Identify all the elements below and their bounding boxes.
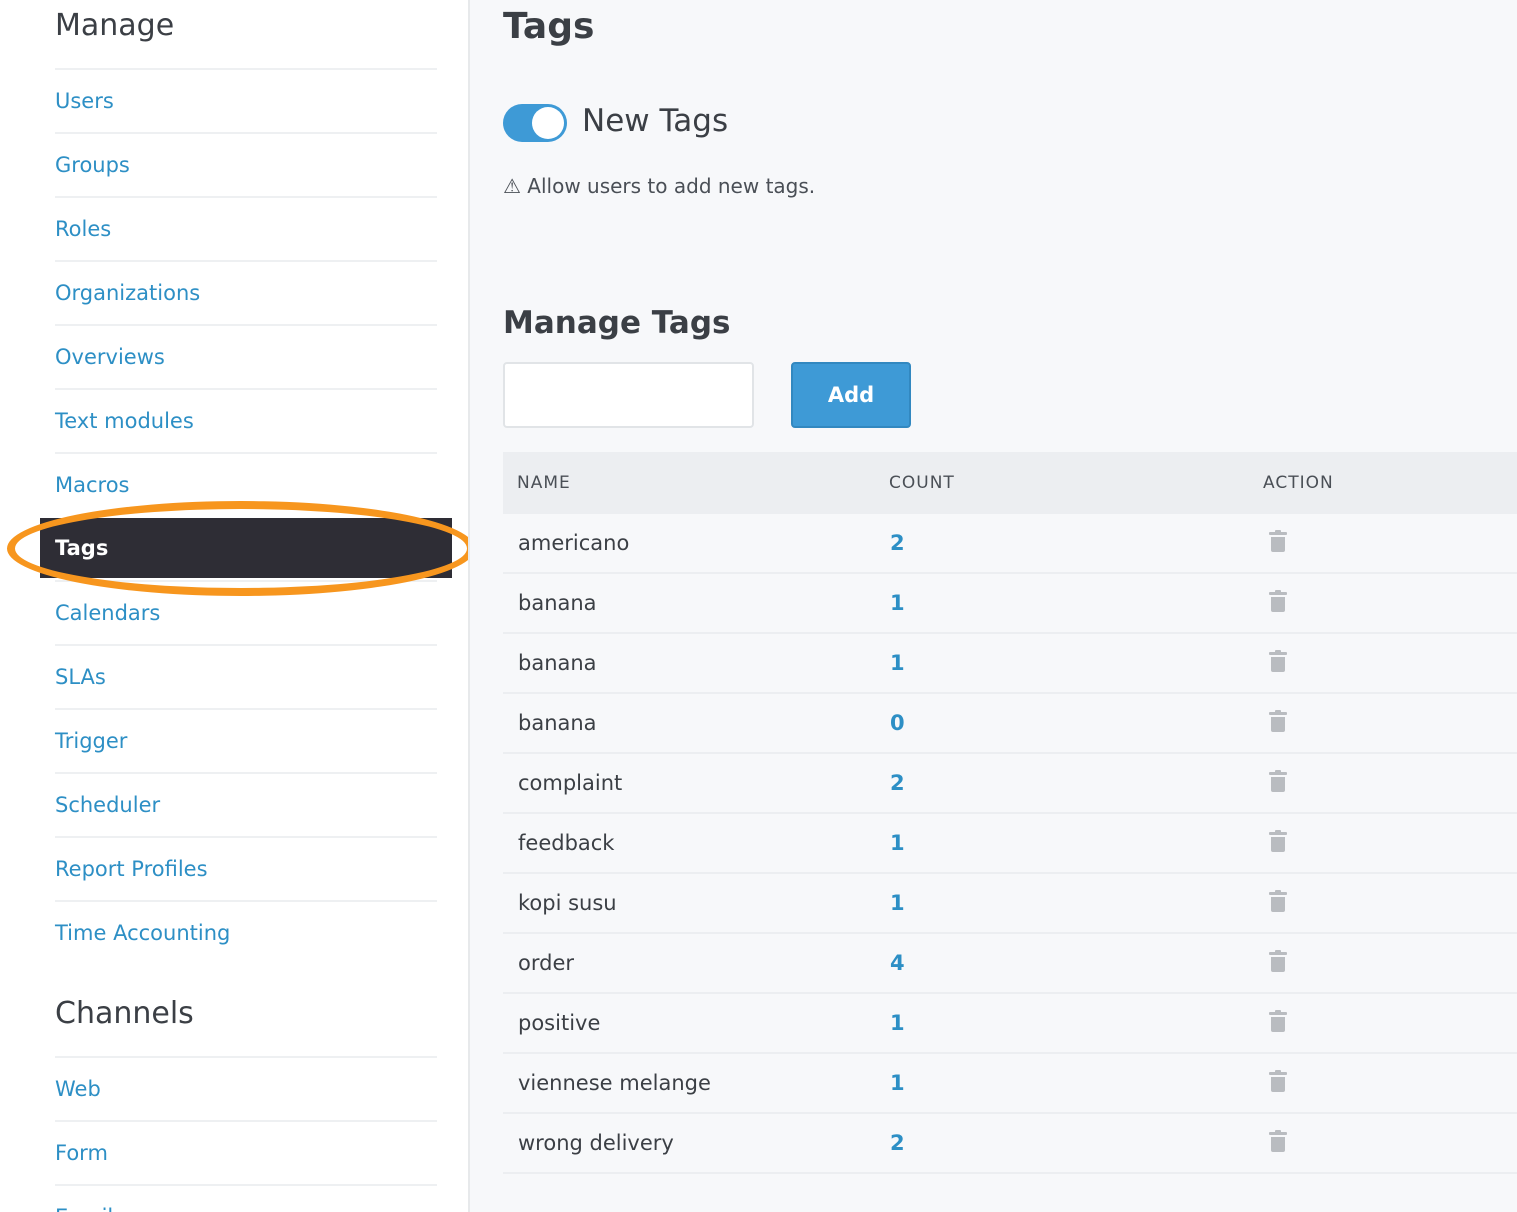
tag-action [1249,649,1517,677]
new-tags-toggle[interactable] [503,104,567,142]
trash-icon[interactable] [1268,529,1288,552]
tag-action [1249,889,1517,917]
header-action: ACTION [1263,473,1334,493]
table-row: americano 2 [503,514,1517,574]
tag-name: order [518,951,574,975]
trash-icon[interactable] [1268,1129,1288,1152]
sidebar-item-email[interactable]: Email [55,1184,437,1212]
table-row: positive 1 [503,994,1517,1054]
trash-icon[interactable] [1268,829,1288,852]
tag-action [1249,709,1517,737]
tag-count-link[interactable]: 4 [875,951,1249,975]
table-row: banana 1 [503,634,1517,694]
sidebar-item-overviews[interactable]: Overviews [55,324,437,388]
trash-icon[interactable] [1268,589,1288,612]
table-row: kopi susu 1 [503,874,1517,934]
trash-icon[interactable] [1268,889,1288,912]
trash-icon[interactable] [1268,769,1288,792]
table-row: complaint 2 [503,754,1517,814]
tag-name: wrong delivery [518,1131,674,1155]
sidebar-item-text-modules[interactable]: Text modules [55,388,437,452]
tag-action [1249,949,1517,977]
toggle-knob [532,107,564,139]
sidebar-channels-title: Channels [55,996,194,1031]
sidebar-item-trigger[interactable]: Trigger [55,708,437,772]
tag-name: positive [518,1011,601,1035]
tag-count-link[interactable]: 0 [875,711,1249,735]
sidebar-item-macros[interactable]: Macros [55,452,437,516]
table-row: banana 0 [503,694,1517,754]
trash-icon[interactable] [1268,1009,1288,1032]
new-tags-label: New Tags [582,103,729,139]
tag-action [1249,1129,1517,1157]
sidebar-item-organizations[interactable]: Organizations [55,260,437,324]
sidebar: Manage Users Groups Roles Organizations … [0,0,470,1212]
tag-action [1249,1009,1517,1037]
tag-count-link[interactable]: 2 [875,1131,1249,1155]
tag-action [1249,529,1517,557]
tag-name: banana [518,591,597,615]
sidebar-manage-title: Manage [55,8,175,43]
tag-name: kopi susu [518,891,617,915]
tag-name: viennese melange [518,1071,711,1095]
table-row: wrong delivery 2 [503,1114,1517,1174]
table-header: NAME COUNT ACTION [503,452,1517,514]
table-row: order 4 [503,934,1517,994]
tag-count-link[interactable]: 1 [875,651,1249,675]
tag-count-link[interactable]: 2 [875,531,1249,555]
tag-action [1249,829,1517,857]
tags-table: NAME COUNT ACTION americano 2 banana 1 banan… [503,452,1517,1174]
tag-name: banana [518,711,597,735]
sidebar-item-report-profiles[interactable]: Report Profiles [55,836,437,900]
trash-icon[interactable] [1268,649,1288,672]
tag-count-link[interactable]: 1 [875,1071,1249,1095]
page-title: Tags [503,6,595,47]
new-tags-hint: ⚠ Allow users to add new tags. [503,174,816,198]
trash-icon[interactable] [1268,1069,1288,1092]
table-body: americano 2 banana 1 banana 1 banana 0 complaint… [503,514,1517,1174]
sidebar-item-slas[interactable]: SLAs [55,644,437,708]
tag-count-link[interactable]: 1 [875,891,1249,915]
tag-count-link[interactable]: 1 [875,1011,1249,1035]
table-row: banana 1 [503,574,1517,634]
sidebar-item-groups[interactable]: Groups [55,132,437,196]
table-row: viennese melange 1 [503,1054,1517,1114]
sidebar-item-web[interactable]: Web [55,1056,437,1120]
tag-name: complaint [518,771,623,795]
manage-tags-title: Manage Tags [503,305,731,341]
tag-action [1249,769,1517,797]
tag-action [1249,1069,1517,1097]
trash-icon[interactable] [1268,709,1288,732]
tag-count-link[interactable]: 1 [875,591,1249,615]
sidebar-item-scheduler[interactable]: Scheduler [55,772,437,836]
header-name: NAME [517,473,571,493]
tag-name: feedback [518,831,615,855]
sidebar-item-tags[interactable]: Tags [40,518,452,578]
trash-icon[interactable] [1268,949,1288,972]
main-content: Tags New Tags ⚠ Allow users to add new t… [472,0,1517,1212]
tag-name: banana [518,651,597,675]
sidebar-item-form[interactable]: Form [55,1120,437,1184]
new-tag-input[interactable] [503,362,754,428]
sidebar-item-calendars[interactable]: Calendars [55,580,437,644]
app: Manage Users Groups Roles Organizations … [0,0,1517,1212]
tag-action [1249,589,1517,617]
sidebar-item-users[interactable]: Users [55,68,437,132]
header-count: COUNT [889,473,955,493]
add-tag-button[interactable]: Add [791,362,911,428]
tag-count-link[interactable]: 1 [875,831,1249,855]
table-row: feedback 1 [503,814,1517,874]
sidebar-item-roles[interactable]: Roles [55,196,437,260]
sidebar-item-time-accounting[interactable]: Time Accounting [55,900,437,964]
tag-count-link[interactable]: 2 [875,771,1249,795]
tag-name: americano [518,531,630,555]
